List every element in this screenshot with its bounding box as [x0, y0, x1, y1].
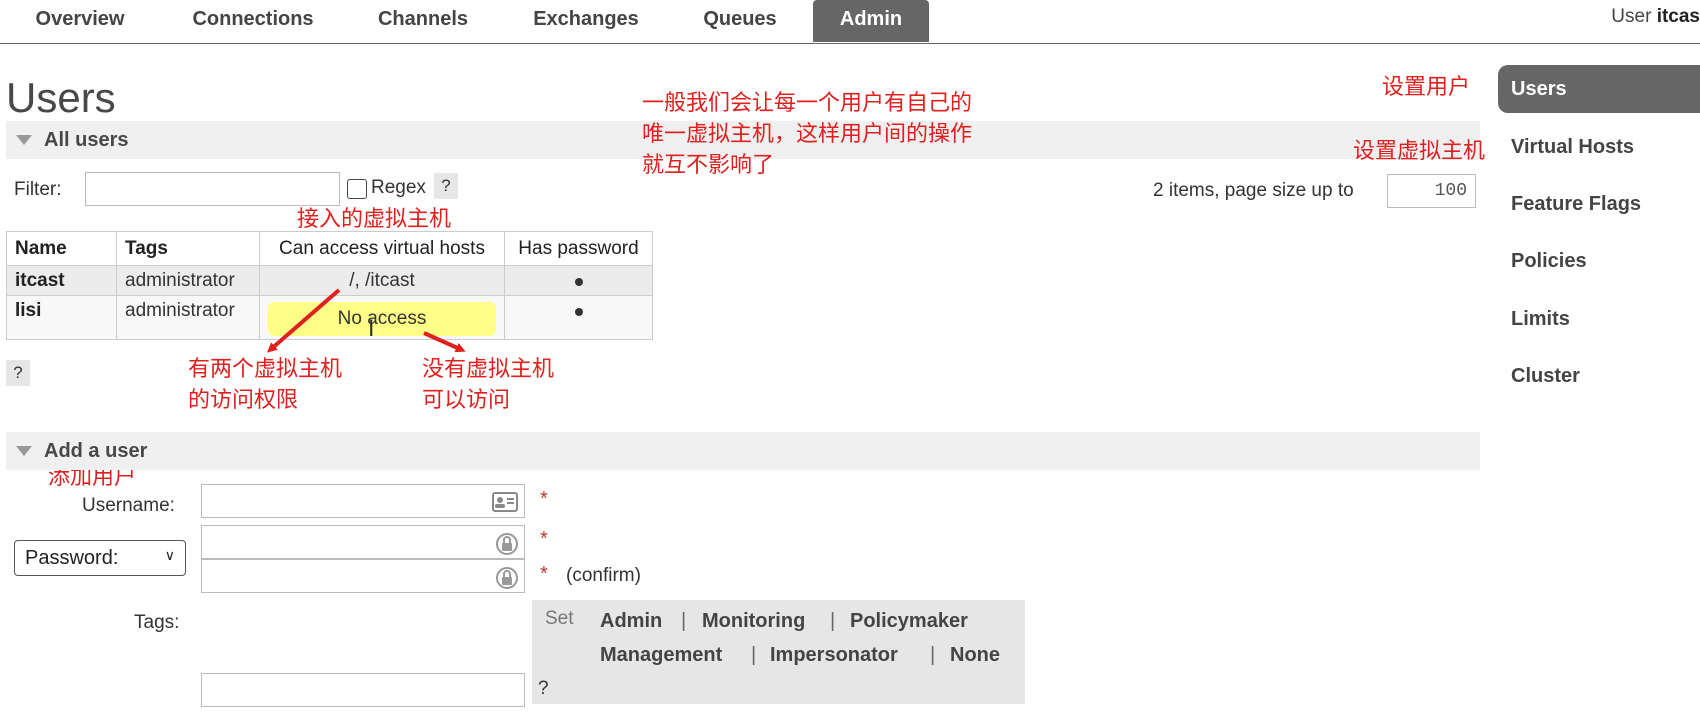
tag-admin-link[interactable]: Admin: [600, 610, 662, 633]
tag-impersonator-link[interactable]: Impersonator: [770, 644, 898, 667]
separator: |: [681, 610, 687, 632]
sidebar-item-cluster[interactable]: Cluster: [1511, 365, 1580, 388]
chevron-down-icon: ∨: [164, 547, 175, 563]
contact-card-icon: [492, 492, 518, 512]
password-lock-icon: [496, 567, 518, 589]
collapse-triangle-icon[interactable]: [16, 446, 32, 456]
username-input[interactable]: [201, 484, 525, 518]
sidebar-item-feature-flags[interactable]: Feature Flags: [1511, 193, 1641, 216]
username-label: Username:: [82, 495, 175, 516]
tag-management-link[interactable]: Management: [600, 644, 722, 667]
tags-help[interactable]: ?: [538, 678, 549, 700]
separator: |: [930, 644, 936, 666]
tags-input[interactable]: [201, 673, 525, 707]
password-input[interactable]: [201, 525, 525, 559]
tag-none-link[interactable]: None: [950, 644, 1000, 667]
sidebar-item-limits[interactable]: Limits: [1511, 308, 1570, 331]
tags-label: Tags:: [134, 612, 180, 633]
text-cursor-icon: I: [368, 317, 375, 342]
tag-policymaker-link[interactable]: Policymaker: [850, 610, 968, 633]
password-select-label: Password:: [25, 547, 119, 569]
separator: |: [751, 644, 757, 666]
sidebar-item-policies[interactable]: Policies: [1511, 250, 1587, 273]
arrow-to-no-vhost: [423, 331, 466, 353]
password-lock-icon: [496, 533, 518, 555]
required-mark: *: [540, 528, 548, 550]
set-label: Set: [545, 608, 574, 629]
tag-monitoring-link[interactable]: Monitoring: [702, 610, 805, 633]
password-confirm-input[interactable]: [201, 559, 525, 593]
required-mark: *: [540, 563, 548, 585]
add-user-section-header[interactable]: Add a user: [6, 432, 1480, 470]
separator: |: [830, 610, 836, 632]
sidebar-item-users[interactable]: Users: [1498, 65, 1700, 113]
required-mark: *: [540, 488, 548, 510]
arrow-to-two-vhosts: [266, 288, 341, 353]
confirm-label: (confirm): [566, 565, 641, 586]
add-user-heading: Add a user: [44, 440, 148, 462]
password-type-select[interactable]: Password: ∨: [14, 540, 186, 576]
sidebar-item-virtual-hosts[interactable]: Virtual Hosts: [1511, 136, 1634, 159]
